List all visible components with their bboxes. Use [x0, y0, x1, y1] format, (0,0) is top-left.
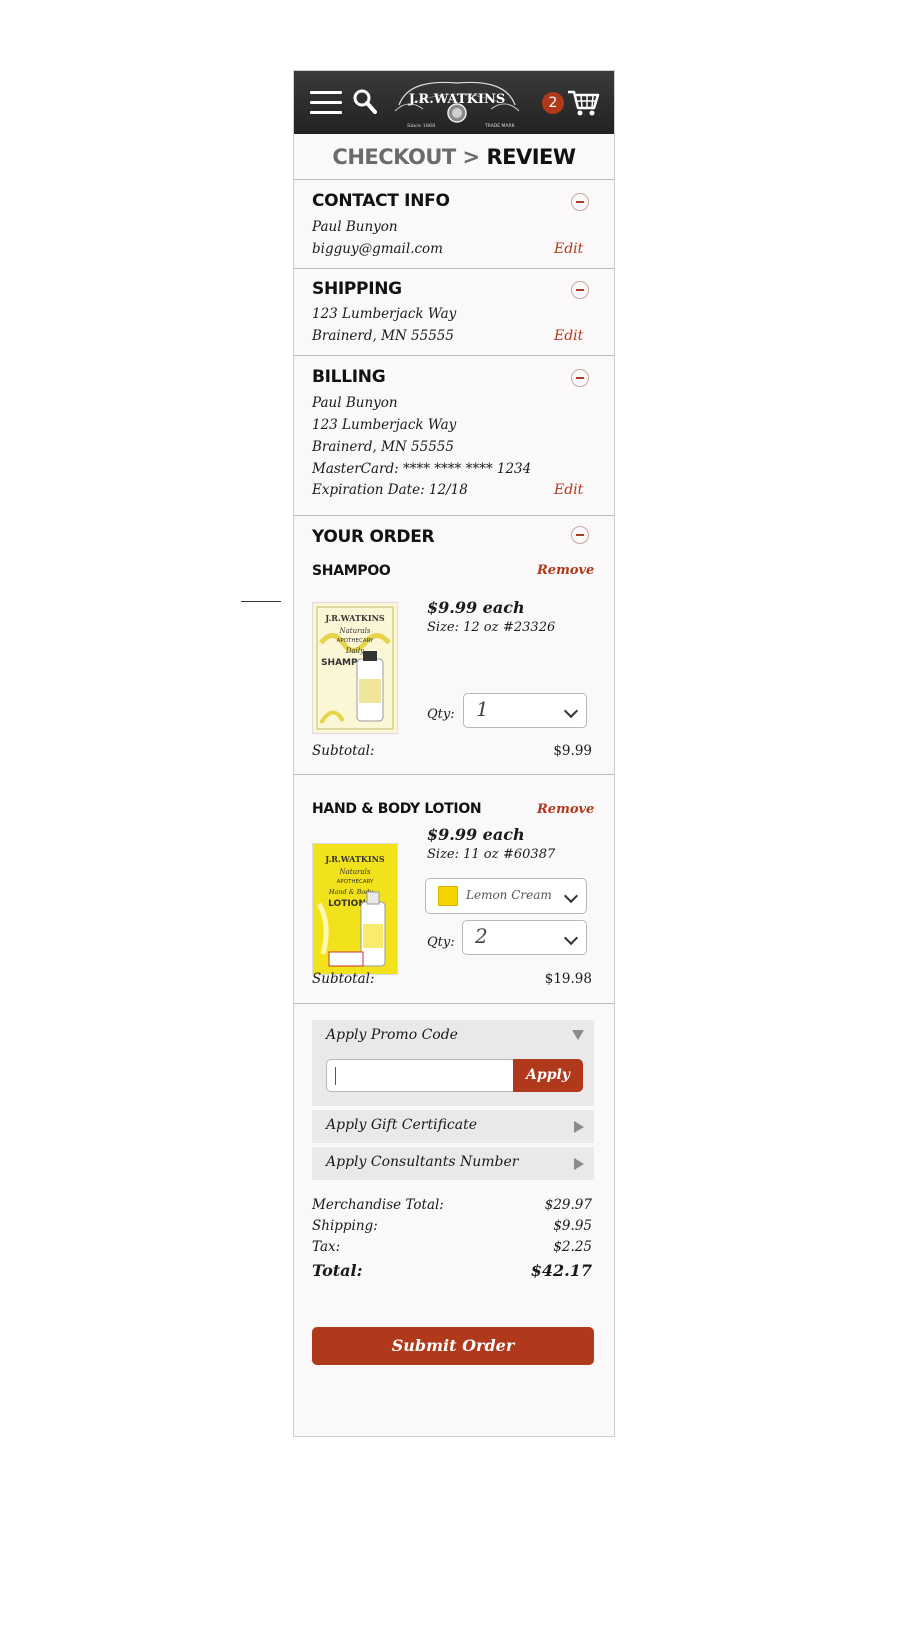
image-text: Naturals [339, 627, 371, 635]
qty-label: Qty: [427, 935, 455, 950]
apply-promo-button[interactable]: Apply [513, 1059, 583, 1092]
shipping-heading: SHIPPING [312, 279, 402, 299]
breadcrumb-separator: > [462, 145, 481, 169]
image-text: Daily [345, 647, 365, 655]
billing-line2: Brainerd, MN 55555 [312, 439, 454, 455]
collapse-shipping-icon[interactable] [571, 281, 589, 299]
search-icon[interactable] [353, 89, 377, 115]
billing-card: MasterCard: **** **** **** 1234 [312, 461, 532, 477]
variant-value: Lemon Cream [466, 888, 552, 902]
item-size: Size: 11 oz [427, 847, 499, 862]
merch-total-value: $29.97 [544, 1197, 592, 1213]
caret-down-icon[interactable] [572, 1030, 584, 1040]
brand-trademark: TRADE MARK [484, 123, 516, 129]
qty-select[interactable]: 1 [463, 693, 587, 728]
image-text: APOTHECARY [337, 638, 374, 644]
grand-total-value: $42.17 [530, 1261, 592, 1280]
gift-label: Apply Gift Certificate [326, 1117, 478, 1133]
shipping-total-value: $9.95 [553, 1218, 592, 1234]
subtotal-label: Subtotal: [312, 743, 375, 759]
chevron-down-icon [563, 930, 579, 946]
stray-divider-line [241, 601, 281, 602]
contact-email: bigguy@gmail.com [312, 241, 443, 257]
divider [294, 515, 614, 516]
breadcrumb-review: REVIEW [486, 145, 576, 169]
product-image-lotion[interactable]: J.R.WATKINS Naturals APOTHECARY Hand & B… [312, 843, 398, 975]
divider [294, 268, 614, 269]
remove-item-link[interactable]: Remove [537, 802, 594, 817]
chevron-down-icon [563, 703, 579, 719]
promo-panel: Apply Promo Code Apply [312, 1020, 594, 1106]
color-swatch [438, 886, 458, 906]
image-text: APOTHECARY [337, 879, 374, 885]
item-size: Size: 12 oz [427, 620, 499, 635]
subtotal-value: $19.98 [544, 971, 592, 987]
cart-count-badge[interactable]: 2 [542, 92, 564, 114]
collapse-billing-icon[interactable] [571, 369, 589, 387]
chevron-down-icon [563, 888, 579, 904]
divider [294, 179, 614, 180]
item-name: HAND & BODY LOTION [312, 801, 482, 817]
shipping-total-label: Shipping: [312, 1218, 378, 1234]
brand-since: Since 1868 [407, 123, 435, 129]
image-text: Naturals [339, 868, 371, 876]
billing-heading: BILLING [312, 367, 386, 387]
item-name: SHAMPOO [312, 563, 391, 579]
menu-icon[interactable] [310, 91, 342, 115]
billing-expiry: Expiration Date: 12/18 [312, 482, 468, 498]
qty-select[interactable]: 2 [462, 920, 587, 955]
item-price: $9.99 each [427, 598, 525, 617]
consultant-label: Apply Consultants Number [326, 1154, 519, 1170]
caret-right-icon [574, 1158, 584, 1170]
subtotal-value: $9.99 [553, 743, 592, 759]
breadcrumb-checkout[interactable]: CHECKOUT [332, 145, 456, 169]
qty-label: Qty: [427, 707, 455, 722]
qty-value: 2 [475, 924, 488, 948]
tax-value: $2.25 [553, 1239, 592, 1255]
contact-heading: CONTACT INFO [312, 191, 450, 211]
edit-billing-link[interactable]: Edit [554, 482, 583, 498]
product-image-shampoo[interactable]: J.R.WATKINS Naturals APOTHECARY Daily SH… [312, 602, 398, 734]
tax-label: Tax: [312, 1239, 341, 1255]
shipping-line1: 123 Lumberjack Way [312, 306, 457, 322]
collapse-order-icon[interactable] [571, 526, 589, 544]
cart-icon[interactable] [566, 88, 600, 118]
divider [294, 355, 614, 356]
promo-code-input[interactable] [326, 1059, 514, 1092]
phone-frame: J.R.WATKINS Since 1868 TRADE MARK 2 CHEC… [293, 70, 615, 1437]
remove-item-link[interactable]: Remove [537, 563, 594, 578]
caret-right-icon [574, 1121, 584, 1133]
contact-name: Paul Bunyon [312, 219, 398, 235]
gift-certificate-toggle[interactable]: Apply Gift Certificate [312, 1110, 594, 1143]
image-text: J.R.WATKINS [324, 854, 385, 864]
item-price: $9.99 each [427, 825, 525, 844]
edit-contact-link[interactable]: Edit [554, 241, 583, 257]
text-cursor [335, 1067, 336, 1085]
qty-value: 1 [476, 697, 489, 721]
brand-logo[interactable]: J.R.WATKINS Since 1868 TRADE MARK [393, 75, 521, 129]
top-bar: J.R.WATKINS Since 1868 TRADE MARK 2 [294, 71, 614, 134]
subtotal-label: Subtotal: [312, 971, 375, 987]
item-sku: #60387 [503, 847, 556, 862]
page-title: CHECKOUT > REVIEW [294, 134, 614, 180]
variant-select[interactable]: Lemon Cream [425, 878, 587, 914]
divider [294, 774, 614, 775]
image-text: J.R.WATKINS [324, 613, 385, 623]
billing-line1: 123 Lumberjack Way [312, 417, 457, 433]
merch-total-label: Merchandise Total: [312, 1197, 444, 1213]
shipping-line2: Brainerd, MN 55555 [312, 328, 454, 344]
item-sku: #23326 [503, 620, 556, 635]
image-text: LOTION [328, 899, 366, 909]
order-heading: YOUR ORDER [312, 527, 435, 547]
billing-name: Paul Bunyon [312, 395, 398, 411]
divider [294, 1003, 614, 1004]
collapse-contact-icon[interactable] [571, 193, 589, 211]
consultant-number-toggle[interactable]: Apply Consultants Number [312, 1147, 594, 1180]
promo-toggle[interactable]: Apply Promo Code [326, 1027, 458, 1043]
edit-shipping-link[interactable]: Edit [554, 328, 583, 344]
grand-total-label: Total: [312, 1261, 363, 1280]
submit-order-button[interactable]: Submit Order [312, 1327, 594, 1365]
